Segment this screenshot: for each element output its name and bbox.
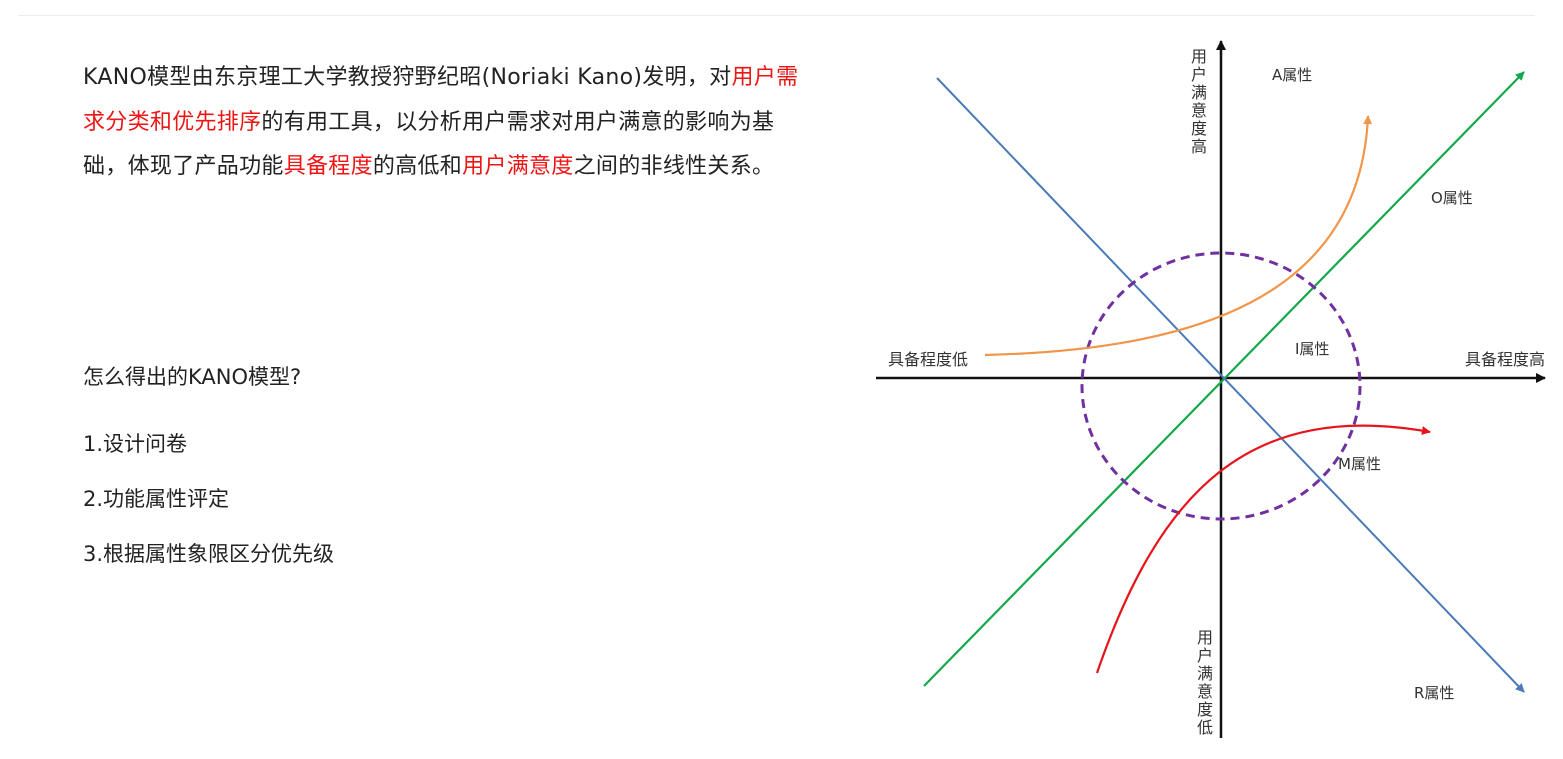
y-high-char: 户 (1191, 65, 1207, 84)
y-high-char: 满 (1191, 83, 1207, 102)
y-low-char: 满 (1197, 664, 1213, 683)
y-high-char: 用 (1191, 47, 1207, 66)
y-high-char: 高 (1191, 137, 1207, 156)
o-attribute-label: O属性 (1431, 189, 1473, 207)
x-axis-high-label: 具备程度高 (1465, 350, 1545, 369)
r-attribute-line (936, 77, 1525, 693)
a-attribute-curve (984, 115, 1373, 357)
y-low-char: 用 (1197, 628, 1213, 647)
y-axis-high-label: 用 户 满 意 度 高 (1191, 47, 1207, 156)
x-axis-low-label: 具备程度低 (888, 350, 968, 369)
r-attribute-label: R属性 (1414, 684, 1454, 702)
y-high-char: 度 (1191, 119, 1207, 138)
y-low-char: 户 (1197, 646, 1213, 665)
y-high-char: 意 (1191, 101, 1207, 120)
kano-diagram: 具备程度低 具备程度高 用 户 满 意 度 高 用 户 满 意 度 低 A属性 … (876, 40, 1546, 738)
a-attribute-label: A属性 (1272, 66, 1312, 84)
y-low-char: 意 (1197, 682, 1213, 701)
m-attribute-label: M属性 (1338, 455, 1381, 473)
i-attribute-label: I属性 (1295, 340, 1329, 358)
y-axis-low-label: 用 户 满 意 度 低 (1197, 628, 1213, 737)
y-low-char: 低 (1197, 718, 1213, 737)
y-low-char: 度 (1197, 700, 1213, 719)
